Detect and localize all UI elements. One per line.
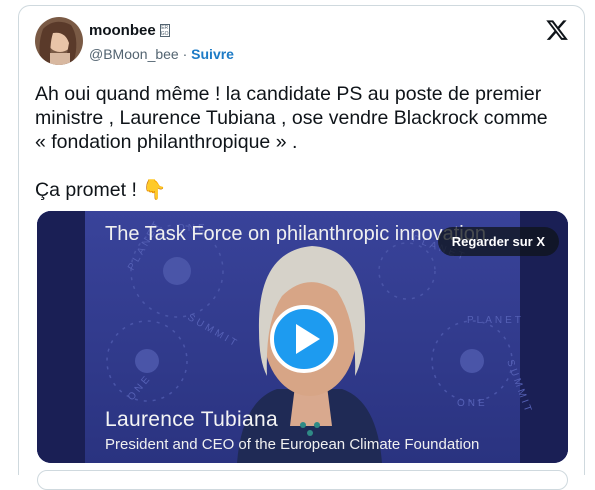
author-handle-row: @BMoon_bee · Suivre <box>89 46 234 62</box>
video-overlay-title: The Task Force on philanthropic innovati… <box>105 223 486 245</box>
next-card-edge <box>37 470 568 490</box>
play-icon <box>296 324 320 354</box>
video-player[interactable]: ONEPLANETSUMMITONEPLANETSUMMITONEPLANET … <box>37 211 568 463</box>
background-logo-word: PLANET <box>467 315 524 326</box>
author-name-row: moonbee ER GO <box>89 22 170 39</box>
tweet-card: moonbee ER GO @BMoon_bee · Suivre Ah oui … <box>18 5 585 490</box>
avatar[interactable] <box>35 17 83 65</box>
profile-badge-icon: ER GO <box>159 24 170 37</box>
tweet-text: Ah oui quand même ! la candidate PS au p… <box>35 83 548 201</box>
follow-button[interactable]: Suivre <box>191 46 234 62</box>
lower-third-name: Laurence Tubiana <box>105 408 278 431</box>
separator-dot: · <box>182 46 188 62</box>
author-handle[interactable]: @BMoon_bee <box>89 46 179 62</box>
play-button[interactable] <box>270 305 338 373</box>
author-name[interactable]: moonbee <box>89 22 156 39</box>
avatar-image <box>35 17 83 65</box>
watch-on-x-button[interactable]: Regarder sur X <box>437 227 559 256</box>
background-logo-word: ONE <box>457 398 488 409</box>
x-logo-icon[interactable] <box>546 19 568 41</box>
lower-third-role: President and CEO of the European Climat… <box>105 436 480 453</box>
